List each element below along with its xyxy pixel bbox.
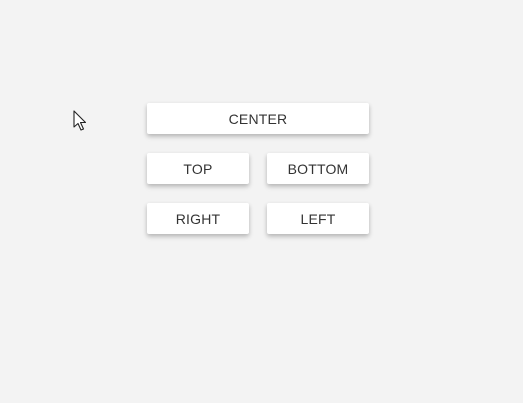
bottom-button[interactable]: BOTTOM: [267, 153, 369, 184]
mouse-pointer-icon: [73, 110, 87, 131]
left-button[interactable]: LEFT: [267, 203, 369, 234]
center-button[interactable]: CENTER: [147, 103, 369, 134]
right-button[interactable]: RIGHT: [147, 203, 249, 234]
top-button[interactable]: TOP: [147, 153, 249, 184]
